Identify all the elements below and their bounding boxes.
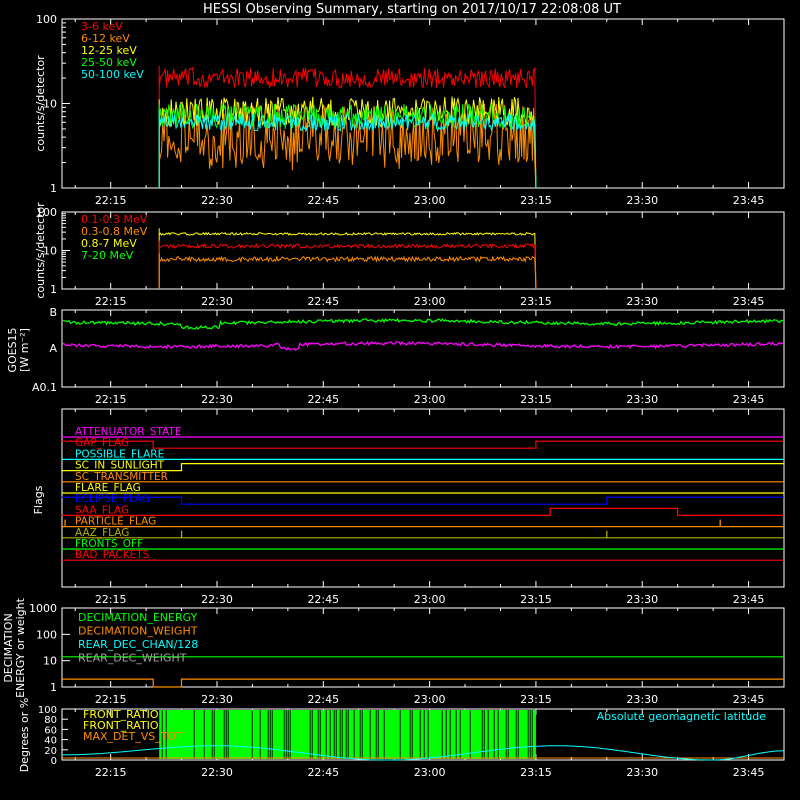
flags-label-3: SC_IN_SUNLIGHT [75,460,165,472]
goes-xtick-label: 22:45 [307,393,339,406]
goes-xtick-label: 23:45 [733,393,765,406]
decimation-xtick-label: 23:00 [414,693,446,706]
goes-ytick-label: B [49,306,57,319]
flags-xtick-label: 23:45 [733,593,765,606]
goes-xtick-label: 22:30 [201,393,233,406]
decimation-ytick-label: 1000 [29,602,57,615]
ratios-ylabel: Degrees or % [18,698,31,772]
flags-xtick-label: 22:15 [95,593,127,606]
flags-label-0: ATTENUATOR_STATE [75,426,181,438]
ratios-ytick-label: 20 [44,746,57,757]
decimation-ytick-label: 100 [36,628,57,641]
lightcurve_high-xtick-label: 22:30 [201,295,233,308]
goes-xtick-label: 22:15 [95,393,127,406]
flags-ylabel: Flags [32,485,45,514]
decimation-xtick-label: 23:30 [626,693,658,706]
flags-xtick-label: 23:15 [520,593,552,606]
lightcurve_low-xtick-label: 23:45 [733,194,765,207]
ratios-xtick-label: 22:45 [307,766,339,779]
decimation-legend-3: REAR_DEC_WEIGHT [78,652,187,665]
ratios-xtick-label: 22:30 [201,766,233,779]
flags-label-6: ECLIPSE_FLAG [75,493,150,505]
ratios-ytick-label: 80 [44,715,57,726]
lightcurve_high-xtick-label: 23:45 [733,295,765,308]
goes-xtick-label: 23:30 [626,393,658,406]
flags-label-4: SC_TRANSMITTER [75,471,168,483]
ratios-xtick-label: 23:30 [626,766,658,779]
flags-label-2: POSSIBLE_FLARE [75,448,164,460]
flags-xtick-label: 22:30 [201,593,233,606]
lightcurve_low-ytick-label: 1 [50,182,57,195]
decimation-legend-0: DECIMATION_ENERGY [78,611,198,624]
ratios-legend-2: MAX_DET_VS_TOT [83,730,183,743]
ratios-legend-3: Absolute geomagnetic latitude [597,710,767,723]
ratios-xtick-label: 23:15 [520,766,552,779]
decimation-xtick-label: 23:45 [733,693,765,706]
flags-label-9: AAZ_FLAG [75,527,129,539]
ratios-xtick-label: 22:15 [95,766,127,779]
flags-label-1: GAP_FLAG [75,437,129,449]
ratios-xtick-label: 23:00 [414,766,446,779]
flags-label-10: FRONTS_OFF [75,538,143,550]
decimation-xtick-label: 22:15 [95,693,127,706]
ratios-ytick-label: 100 [38,705,57,716]
goes-xtick-label: 23:15 [520,393,552,406]
lightcurve_low-ytick-label: 100 [36,13,57,26]
lightcurve_high-xtick-label: 22:15 [95,295,127,308]
decimation-ytick-label: 10 [43,655,57,668]
lightcurve_high-legend-3: 7-20 MeV [81,249,134,262]
flags-xtick-label: 22:45 [307,593,339,606]
goes-ytick-label: A [49,342,57,355]
goes-ylabel-units: [W m⁻²] [18,328,31,372]
decimation-xtick-label: 22:45 [307,693,339,706]
flags-xtick-label: 23:00 [414,593,446,606]
flags-label-11: BAD_PACKETS [75,549,150,561]
lightcurve_low-legend-4: 50-100 keV [81,68,144,81]
flags-label-8: PARTICLE_FLAG [75,516,156,528]
lightcurve_high-ylabel: counts/s/detector [34,202,47,299]
goes-xtick-label: 23:00 [414,393,446,406]
lightcurve_high-xtick-label: 23:15 [520,295,552,308]
figure-title: HESSI Observing Summary, starting on 201… [203,2,621,17]
lightcurve_low-ylabel: counts/s/detector [34,55,47,152]
flags-xtick-label: 23:30 [626,593,658,606]
ratios-ytick-label: 40 [44,736,57,747]
lightcurve_low-xtick-label: 23:00 [414,194,446,207]
goes-ytick-label: A0.1 [32,381,57,394]
lightcurve_high-xtick-label: 23:30 [626,295,658,308]
decimation-legend-1: DECIMATION_WEIGHT [78,625,198,638]
decimation-ytick-label: 1 [50,681,57,694]
observing-summary-figure: HESSI Observing Summary, starting on 201… [0,0,800,800]
ratios-xtick-label: 23:45 [733,766,765,779]
decimation-xtick-label: 23:15 [520,693,552,706]
ratios-ytick-label: 0 [51,756,57,767]
lightcurve_high-xtick-label: 23:00 [414,295,446,308]
lightcurve_low-xtick-label: 23:15 [520,194,552,207]
lightcurve_low-xtick-label: 22:15 [95,194,127,207]
lightcurve_high-xtick-label: 22:45 [307,295,339,308]
flags-label-5: FLARE_FLAG [75,482,141,494]
decimation-legend-2: REAR_DEC_CHAN/128 [78,638,198,651]
lightcurve_high-ytick-label: 1 [50,283,57,296]
lightcurve_low-xtick-label: 22:30 [201,194,233,207]
lightcurve_low-xtick-label: 23:30 [626,194,658,207]
ratios-ytick-label: 60 [44,725,57,736]
decimation-ylabel2: ENERGY or weight [14,597,27,697]
lightcurve_low-xtick-label: 22:45 [307,194,339,207]
flags-label-7: SAA_FLAG [75,504,129,516]
decimation-xtick-label: 22:30 [201,693,233,706]
